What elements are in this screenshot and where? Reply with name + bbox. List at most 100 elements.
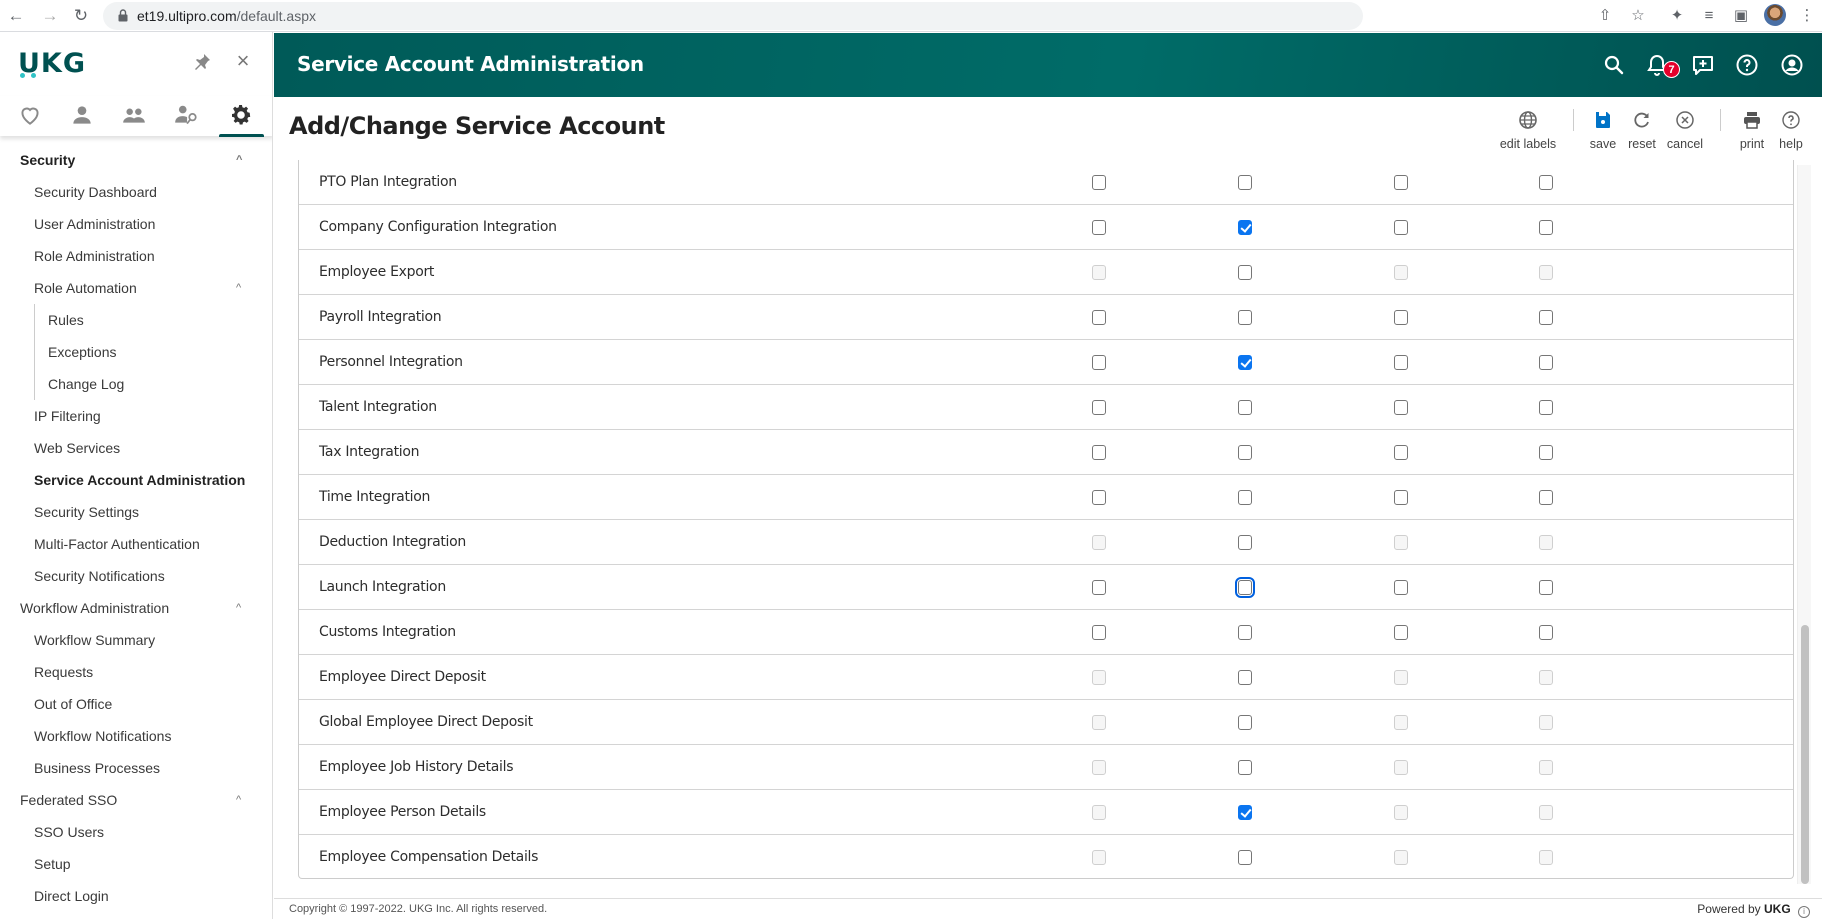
permission-checkbox-col-2[interactable] bbox=[1238, 175, 1252, 190]
cancel-button[interactable]: cancel bbox=[1664, 110, 1706, 160]
permission-checkbox-col-3[interactable] bbox=[1394, 580, 1408, 595]
chrome-menu-icon[interactable]: ⋮ bbox=[1797, 6, 1817, 26]
permission-checkbox-col-2[interactable] bbox=[1238, 490, 1252, 505]
permission-checkbox-col-2[interactable] bbox=[1238, 715, 1252, 730]
permission-checkbox-col-4[interactable] bbox=[1539, 310, 1553, 325]
sidebar-item-change-log[interactable]: Change Log bbox=[0, 368, 272, 400]
edit-labels-button[interactable]: edit labels bbox=[1497, 110, 1559, 160]
permission-checkbox-col-3[interactable] bbox=[1394, 175, 1408, 190]
sidebar-item-sso-users[interactable]: SSO Users bbox=[0, 816, 272, 848]
feedback-icon[interactable] bbox=[1691, 53, 1715, 77]
permission-checkbox-col-2[interactable] bbox=[1238, 220, 1252, 235]
reset-button[interactable]: reset bbox=[1627, 110, 1657, 160]
ukg-logo[interactable]: UKG bbox=[18, 48, 86, 79]
sidebar-item-security-dashboard[interactable]: Security Dashboard bbox=[0, 176, 272, 208]
permission-checkbox-col-2[interactable] bbox=[1238, 445, 1252, 460]
permission-checkbox-col-2[interactable] bbox=[1238, 850, 1252, 865]
permission-checkbox-col-4[interactable] bbox=[1539, 445, 1553, 460]
permission-checkbox-col-4[interactable] bbox=[1539, 580, 1553, 595]
profile-avatar[interactable] bbox=[1764, 4, 1786, 26]
sidebar-item-direct-login[interactable]: Direct Login bbox=[0, 880, 272, 912]
help-button[interactable]: help bbox=[1776, 110, 1806, 160]
chevron-up-icon[interactable]: ^ bbox=[236, 144, 242, 176]
permission-checkbox-col-3[interactable] bbox=[1394, 445, 1408, 460]
sidebar-item-workflow-notifications[interactable]: Workflow Notifications bbox=[0, 720, 272, 752]
permission-checkbox-col-2[interactable] bbox=[1238, 310, 1252, 325]
scrollbar-thumb[interactable] bbox=[1801, 625, 1809, 884]
search-icon[interactable] bbox=[1602, 53, 1626, 77]
permission-checkbox-col-4[interactable] bbox=[1539, 400, 1553, 415]
sidebar-section-security[interactable]: Security ^ bbox=[0, 144, 272, 176]
reload-icon[interactable]: ↻ bbox=[71, 6, 91, 26]
permission-checkbox-col-4[interactable] bbox=[1539, 490, 1553, 505]
permission-checkbox-col-3[interactable] bbox=[1394, 310, 1408, 325]
permission-checkbox-col-1[interactable] bbox=[1092, 400, 1106, 415]
permission-checkbox-col-2[interactable] bbox=[1238, 625, 1252, 640]
permission-checkbox-col-3[interactable] bbox=[1394, 625, 1408, 640]
permission-checkbox-col-1[interactable] bbox=[1092, 355, 1106, 370]
permission-checkbox-col-1[interactable] bbox=[1092, 445, 1106, 460]
sidebar-item-business-processes[interactable]: Business Processes bbox=[0, 752, 272, 784]
save-button[interactable]: save bbox=[1589, 110, 1617, 160]
permission-checkbox-col-1[interactable] bbox=[1092, 310, 1106, 325]
permission-checkbox-col-1[interactable] bbox=[1092, 490, 1106, 505]
sidebar-item-user-administration[interactable]: User Administration bbox=[0, 208, 272, 240]
address-bar[interactable]: et19.ultipro.com/default.aspx bbox=[103, 2, 1363, 30]
gear-icon[interactable] bbox=[228, 102, 254, 128]
side-panel-icon[interactable]: ▣ bbox=[1731, 6, 1751, 26]
user-account-icon[interactable] bbox=[1780, 53, 1804, 77]
sidebar-item-role-administration[interactable]: Role Administration bbox=[0, 240, 272, 272]
permission-checkbox-col-1[interactable] bbox=[1092, 220, 1106, 235]
sidebar-item-web-services[interactable]: Web Services bbox=[0, 432, 272, 464]
sidebar-item-security-notifications[interactable]: Security Notifications bbox=[0, 560, 272, 592]
permission-checkbox-col-2[interactable] bbox=[1238, 535, 1252, 550]
extensions-icon[interactable]: ✦ bbox=[1667, 6, 1687, 26]
help-circle-icon[interactable] bbox=[1735, 53, 1759, 77]
forward-icon[interactable]: → bbox=[40, 6, 60, 26]
chevron-up-icon[interactable]: ^ bbox=[236, 272, 241, 304]
media-queue-icon[interactable]: ≡ bbox=[1699, 6, 1719, 26]
permission-checkbox-col-2[interactable] bbox=[1238, 805, 1252, 820]
sidebar-item-ip-filtering[interactable]: IP Filtering bbox=[0, 400, 272, 432]
sidebar-item-role-automation[interactable]: Role Automation ^ bbox=[0, 272, 272, 304]
chevron-up-icon[interactable]: ^ bbox=[236, 592, 241, 624]
person-key-icon[interactable] bbox=[173, 102, 199, 128]
person-icon[interactable] bbox=[69, 102, 95, 128]
permission-checkbox-col-3[interactable] bbox=[1394, 400, 1408, 415]
permission-checkbox-col-1[interactable] bbox=[1092, 580, 1106, 595]
permission-checkbox-col-1[interactable] bbox=[1092, 625, 1106, 640]
sidebar-item-setup[interactable]: Setup bbox=[0, 848, 272, 880]
sidebar-section-federated-sso[interactable]: Federated SSO ^ bbox=[0, 784, 272, 816]
permission-checkbox-col-2[interactable] bbox=[1238, 760, 1252, 775]
sidebar-item-workflow-summary[interactable]: Workflow Summary bbox=[0, 624, 272, 656]
chevron-up-icon[interactable]: ^ bbox=[236, 784, 241, 816]
permission-checkbox-col-4[interactable] bbox=[1539, 355, 1553, 370]
heart-icon[interactable] bbox=[17, 102, 43, 128]
permission-checkbox-col-3[interactable] bbox=[1394, 490, 1408, 505]
permission-checkbox-col-2[interactable] bbox=[1238, 670, 1252, 685]
permission-checkbox-col-2[interactable] bbox=[1238, 355, 1252, 370]
permission-checkbox-col-4[interactable] bbox=[1539, 175, 1553, 190]
sidebar-item-multi-factor-authentication[interactable]: Multi-Factor Authentication bbox=[0, 528, 272, 560]
sidebar-item-rules[interactable]: Rules bbox=[0, 304, 272, 336]
permission-checkbox-col-2[interactable] bbox=[1238, 400, 1252, 415]
sidebar-section-workflow-administration[interactable]: Workflow Administration ^ bbox=[0, 592, 272, 624]
sidebar-item-out-of-office[interactable]: Out of Office bbox=[0, 688, 272, 720]
permission-checkbox-col-3[interactable] bbox=[1394, 355, 1408, 370]
print-button[interactable]: print bbox=[1737, 110, 1767, 160]
people-icon[interactable] bbox=[121, 102, 147, 128]
bookmark-star-icon[interactable]: ☆ bbox=[1628, 6, 1648, 26]
permission-checkbox-col-4[interactable] bbox=[1539, 625, 1553, 640]
pin-icon[interactable] bbox=[192, 52, 212, 72]
sidebar-item-exceptions[interactable]: Exceptions bbox=[0, 336, 272, 368]
sidebar-item-security-settings[interactable]: Security Settings bbox=[0, 496, 272, 528]
sidebar-item-requests[interactable]: Requests bbox=[0, 656, 272, 688]
close-sidebar-icon[interactable]: × bbox=[233, 50, 253, 72]
back-icon[interactable]: ← bbox=[6, 6, 26, 26]
permission-checkbox-col-4[interactable] bbox=[1539, 220, 1553, 235]
info-icon[interactable]: i bbox=[1798, 906, 1810, 918]
permission-checkbox-col-2[interactable] bbox=[1238, 265, 1252, 280]
sidebar-item-service-account-administration[interactable]: Service Account Administration bbox=[0, 464, 272, 496]
table-scrollbar[interactable] bbox=[1797, 165, 1811, 884]
share-icon[interactable]: ⇧ bbox=[1595, 6, 1615, 26]
